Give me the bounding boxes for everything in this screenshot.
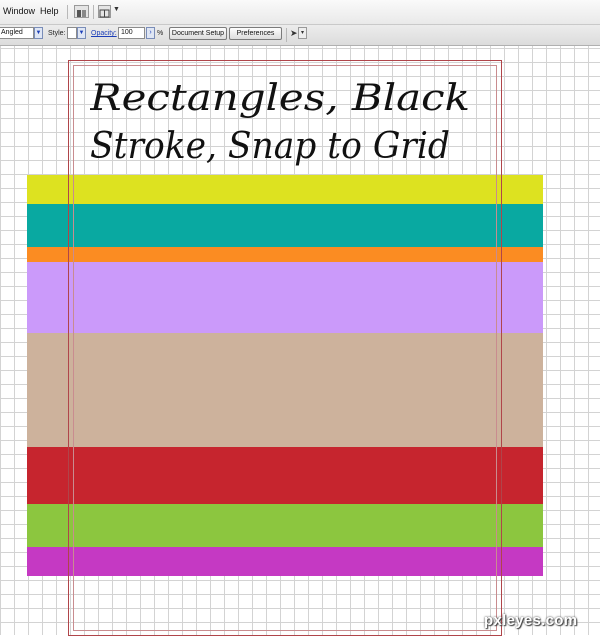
handwritten-note: Rectangles, Black Stroke, Snap to Grid bbox=[90, 78, 470, 167]
handwriting-line-2: Stroke, Snap to Grid bbox=[90, 126, 450, 167]
chevron-down-icon[interactable]: ▾ bbox=[298, 27, 307, 39]
menu-help[interactable]: Help bbox=[40, 6, 59, 16]
menu-separator bbox=[67, 5, 68, 19]
control-bar: Angled ▼ Style: ▼ Opacity: 100 › % Docum… bbox=[0, 25, 600, 46]
bridge-icon[interactable] bbox=[74, 5, 89, 18]
control-separator bbox=[286, 28, 287, 42]
chevron-down-icon[interactable]: ▼ bbox=[113, 6, 120, 13]
chevron-right-icon[interactable]: › bbox=[146, 27, 155, 39]
handwriting-line-1: Rectangles, Black bbox=[90, 78, 470, 119]
menu-separator bbox=[93, 5, 94, 19]
document-canvas[interactable]: Rectangles, Black Stroke, Snap to Grid bbox=[0, 46, 600, 636]
opacity-label[interactable]: Opacity: bbox=[91, 30, 117, 37]
chevron-down-icon[interactable]: ▼ bbox=[34, 27, 43, 39]
corner-type-field[interactable]: Angled bbox=[0, 27, 34, 39]
preferences-button[interactable]: Preferences bbox=[229, 27, 282, 40]
document-setup-button[interactable]: Document Setup bbox=[169, 27, 227, 40]
watermark: pxleyes.com bbox=[484, 612, 578, 629]
opacity-unit: % bbox=[157, 30, 164, 37]
arrow-tool-icon[interactable]: ➤ bbox=[290, 28, 298, 39]
menu-window[interactable]: Window bbox=[3, 6, 35, 16]
chevron-down-icon[interactable]: ▼ bbox=[77, 27, 86, 39]
menu-bar: Window Help ▼ bbox=[0, 0, 600, 25]
style-label: Style: bbox=[48, 30, 66, 37]
arrange-documents-icon[interactable] bbox=[98, 5, 111, 18]
opacity-input[interactable]: 100 bbox=[118, 27, 145, 39]
style-swatch[interactable] bbox=[67, 27, 77, 39]
